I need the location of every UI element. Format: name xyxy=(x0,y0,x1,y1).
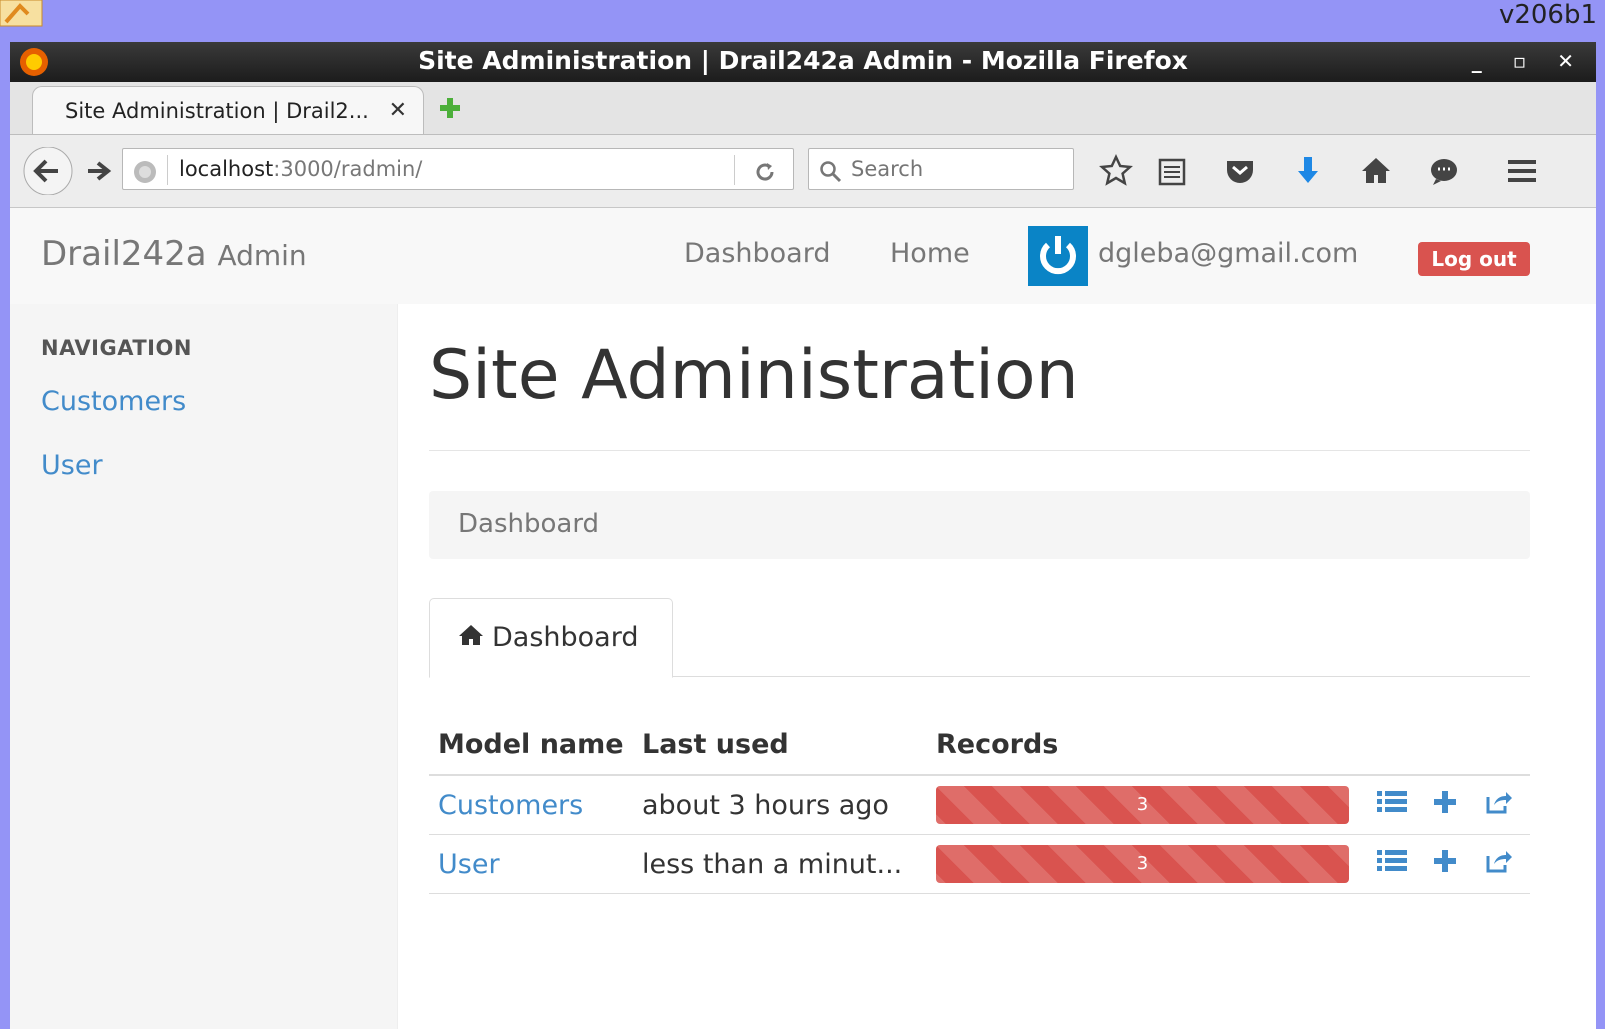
table-row: Customers about 3 hours ago 3 xyxy=(429,775,1530,835)
window-title: Site Administration | Drail242a Admin - … xyxy=(418,46,1188,75)
last-used-cell: less than a minut... xyxy=(633,834,927,894)
window-controls[interactable]: _ ▫ ✕ xyxy=(1472,42,1586,80)
search-input[interactable] xyxy=(849,153,1063,185)
app-header: Drail242a Admin Dashboard Home dgleba@gm… xyxy=(10,208,1596,305)
browser-window: Site Administration | Drail242a Admin - … xyxy=(10,42,1596,1029)
header-link-home[interactable]: Home xyxy=(890,238,970,269)
tab-dashboard[interactable]: Dashboard xyxy=(429,598,673,678)
column-header: Last used xyxy=(633,714,927,776)
main-content: Site Administration Dashboard Dashboard … xyxy=(398,304,1596,1029)
list-icon[interactable] xyxy=(1370,848,1414,881)
records-count: 3 xyxy=(1136,853,1149,874)
globe-icon xyxy=(133,157,157,197)
reload-icon[interactable] xyxy=(753,157,777,197)
home-icon[interactable] xyxy=(1358,153,1394,189)
bookmark-star-icon[interactable] xyxy=(1098,153,1134,189)
export-icon[interactable] xyxy=(1476,789,1520,822)
chat-icon[interactable] xyxy=(1426,153,1462,189)
new-tab-icon[interactable] xyxy=(438,96,462,124)
url-host: localhost xyxy=(179,157,274,181)
url-path: :3000/radmin/ xyxy=(273,157,423,181)
search-icon xyxy=(819,157,843,197)
actions-cell xyxy=(1361,834,1530,894)
search-bar[interactable] xyxy=(808,148,1074,190)
logout-button[interactable]: Log out xyxy=(1418,242,1530,276)
close-tab-icon[interactable]: ✕ xyxy=(389,87,407,135)
column-header: Model name xyxy=(429,714,633,776)
page-title: Site Administration xyxy=(429,336,1079,415)
records-cell: 3 xyxy=(927,834,1362,894)
actions-cell xyxy=(1361,775,1530,835)
breadcrumb-item: Dashboard xyxy=(458,509,600,539)
download-icon[interactable] xyxy=(1290,153,1326,189)
tab-strip: Site Administration | Drail2... ✕ xyxy=(10,82,1596,135)
add-icon[interactable] xyxy=(1423,789,1467,822)
sidebar: NAVIGATION Customers User xyxy=(10,304,398,1029)
url-divider xyxy=(167,155,168,185)
records-bar: 3 xyxy=(936,845,1349,883)
desktop-app-icon[interactable] xyxy=(0,0,44,28)
url-bar[interactable]: localhost:3000/radmin/ xyxy=(122,148,794,190)
window-titlebar: Site Administration | Drail242a Admin - … xyxy=(10,42,1596,82)
table-header-row: Model name Last used Records xyxy=(429,714,1530,776)
column-header: Records xyxy=(927,714,1362,776)
user-email[interactable]: dgleba@gmail.com xyxy=(1098,238,1358,269)
header-link-dashboard[interactable]: Dashboard xyxy=(684,238,830,269)
sidebar-item-customers[interactable]: Customers xyxy=(41,386,186,417)
add-icon[interactable] xyxy=(1423,848,1467,881)
breadcrumb: Dashboard xyxy=(429,491,1530,559)
records-cell: 3 xyxy=(927,775,1362,835)
nav-toolbar: localhost:3000/radmin/ xyxy=(10,135,1596,208)
reading-list-icon[interactable] xyxy=(1154,153,1190,189)
model-name-cell: Customers xyxy=(429,775,633,835)
browser-tab[interactable]: Site Administration | Drail2... ✕ xyxy=(32,86,424,134)
sidebar-item-user[interactable]: User xyxy=(41,450,103,481)
records-bar: 3 xyxy=(936,786,1349,824)
list-icon[interactable] xyxy=(1370,789,1414,822)
pocket-icon[interactable] xyxy=(1222,153,1258,189)
avatar[interactable] xyxy=(1028,226,1088,286)
model-name-cell: User xyxy=(429,834,633,894)
version-label: v206b1 xyxy=(1498,0,1597,30)
brand[interactable]: Drail242a Admin xyxy=(41,234,307,274)
model-link-customers[interactable]: Customers xyxy=(438,790,583,821)
title-divider xyxy=(429,450,1530,451)
last-used-cell: about 3 hours ago xyxy=(633,775,927,835)
sidebar-heading: NAVIGATION xyxy=(41,336,192,360)
reload-divider xyxy=(734,155,735,185)
home-icon xyxy=(458,600,484,678)
brand-name: Drail242a xyxy=(41,234,207,274)
table-row: User less than a minut... 3 xyxy=(429,834,1530,894)
model-link-user[interactable]: User xyxy=(438,849,500,880)
menu-icon[interactable] xyxy=(1504,153,1540,189)
tab-title: Site Administration | Drail2... xyxy=(65,99,369,123)
actions-header xyxy=(1361,714,1530,776)
back-forward-buttons[interactable] xyxy=(22,146,122,196)
models-table: Model name Last used Records Customers a… xyxy=(429,714,1530,894)
brand-suffix: Admin xyxy=(217,239,307,272)
url-text: localhost:3000/radmin/ xyxy=(179,149,422,189)
records-count: 3 xyxy=(1136,794,1149,815)
tab-label: Dashboard xyxy=(492,622,639,653)
export-icon[interactable] xyxy=(1476,848,1520,881)
